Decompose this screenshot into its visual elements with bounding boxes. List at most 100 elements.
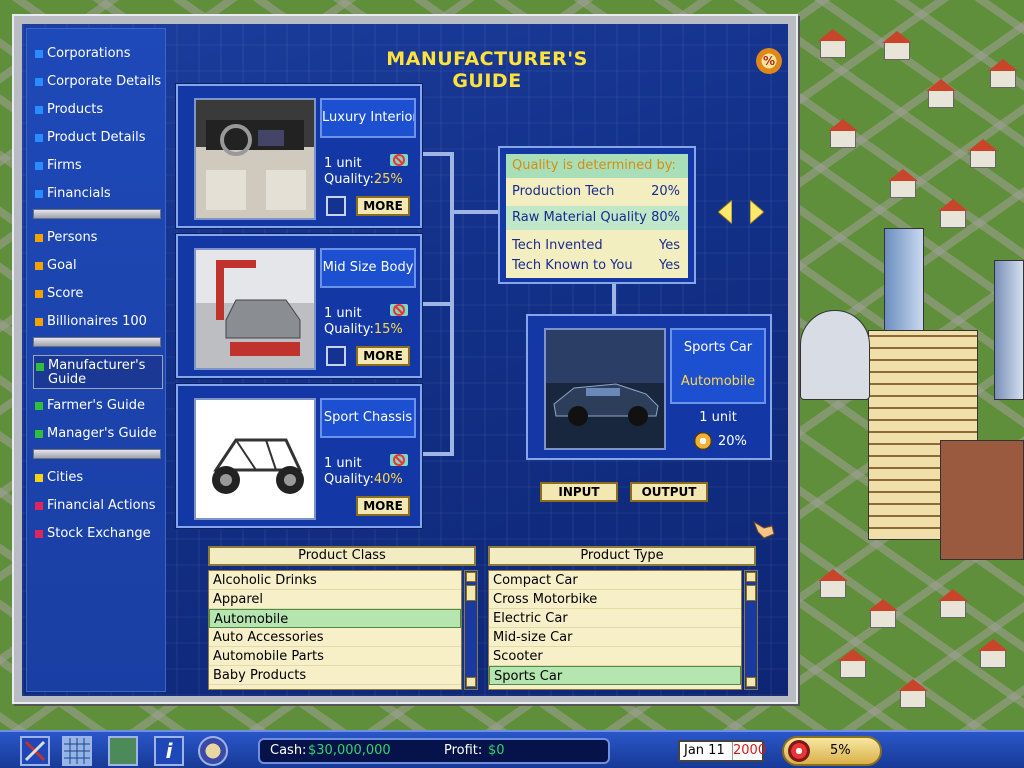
house <box>928 90 954 108</box>
sidebar-item-cities[interactable]: Cities <box>33 467 163 489</box>
technology-icon <box>390 454 408 466</box>
input-button[interactable]: INPUT <box>540 482 618 502</box>
bullet-icon <box>35 502 43 510</box>
more-button[interactable]: MORE <box>356 496 410 516</box>
sidebar-item-label: Goal <box>47 258 77 273</box>
percent-help-icon[interactable]: % <box>756 48 782 74</box>
output-button[interactable]: OUTPUT <box>630 482 708 502</box>
scroll-down-icon[interactable] <box>746 677 756 687</box>
tools-icon[interactable] <box>20 736 50 766</box>
date-value: Jan 11 <box>684 743 725 758</box>
input-card-luxury-interior: Luxury Interior 1 unit Quality:25% MORE <box>175 83 423 229</box>
target-icon <box>788 740 810 762</box>
list-item[interactable]: Automobile Parts <box>209 647 461 666</box>
bullet-icon <box>35 50 43 58</box>
next-arrow-icon[interactable] <box>750 200 764 224</box>
technology-icon <box>390 304 408 316</box>
house <box>940 210 966 228</box>
sidebar-item-product-details[interactable]: Product Details <box>33 127 163 149</box>
list-item[interactable]: Auto Accessories <box>209 628 461 647</box>
quality-label: Quality: <box>324 472 374 487</box>
input-checkbox[interactable] <box>326 346 346 366</box>
list-item[interactable]: Compact Car <box>489 571 741 590</box>
map-grid-icon[interactable] <box>62 736 92 766</box>
sidebar-item-corporations[interactable]: Corporations <box>33 43 163 65</box>
sidebar-item-label: Farmer's Guide <box>47 398 146 413</box>
sport-chassis-image <box>194 398 316 520</box>
sidebar-item-managers-guide[interactable]: Manager's Guide <box>33 423 163 445</box>
product-class-list[interactable]: Alcoholic Drinks Apparel Automobile Auto… <box>208 570 462 690</box>
quality-label: Quality: <box>324 322 374 337</box>
list-item[interactable]: Baby Products <box>209 666 461 685</box>
list-item[interactable]: Apparel <box>209 590 461 609</box>
sidebar-item-label: Billionaires 100 <box>47 314 147 329</box>
year-value: 2000 <box>732 742 767 760</box>
scroll-thumb[interactable] <box>746 585 756 601</box>
brick-building <box>940 440 1024 560</box>
sidebar-item-farmers-guide[interactable]: Farmer's Guide <box>33 395 163 417</box>
sidebar-item-label: Stock Exchange <box>47 526 151 541</box>
more-button[interactable]: MORE <box>356 196 410 216</box>
bullet-icon <box>35 318 43 326</box>
speed-control-icon[interactable] <box>198 736 228 766</box>
interest-rate[interactable]: 5% <box>782 736 882 766</box>
scroll-thumb[interactable] <box>466 585 476 601</box>
more-button[interactable]: MORE <box>356 346 410 366</box>
house <box>870 610 896 628</box>
quality-heading: Quality is determined by: <box>506 154 688 178</box>
sidebar-item-persons[interactable]: Persons <box>33 227 163 249</box>
input-card-sport-chassis: Sport Chassis 1 unit Quality:40% MORE <box>175 383 423 529</box>
list-item[interactable]: Electric Car <box>489 609 741 628</box>
scroll-up-icon[interactable] <box>746 572 756 582</box>
output-name-panel: Sports Car Automobile <box>670 328 766 404</box>
quality-value: 40% <box>373 472 403 487</box>
sidebar-item-billionaires-100[interactable]: Billionaires 100 <box>33 311 163 333</box>
sidebar-item-label: Products <box>47 102 104 117</box>
output-quality: 20% <box>718 434 747 449</box>
taskbar: i Cash: $30,000,000 Profit: $0 Jan 11 20… <box>0 730 1024 768</box>
dome-building <box>800 310 870 400</box>
product-class-header: Product Class <box>208 546 476 566</box>
sidebar-item-manufacturers-guide[interactable]: Manufacturer's Guide <box>33 355 163 389</box>
mid-size-body-image <box>194 248 316 370</box>
list-item-selected[interactable]: Automobile <box>209 609 461 628</box>
house <box>820 580 846 598</box>
input-checkbox[interactable] <box>326 196 346 216</box>
sidebar-item-firms[interactable]: Firms <box>33 155 163 177</box>
sidebar-item-corporate-details[interactable]: Corporate Details <box>33 71 163 93</box>
finance-status: Cash: $30,000,000 Profit: $0 <box>258 738 610 764</box>
list-item[interactable]: Alcoholic Drinks <box>209 571 461 590</box>
list-item[interactable]: Cross Motorbike <box>489 590 741 609</box>
info-icon[interactable]: i <box>154 736 184 766</box>
hand-cursor-icon <box>752 520 775 539</box>
scroll-down-icon[interactable] <box>466 677 476 687</box>
previous-arrow-icon[interactable] <box>718 200 732 224</box>
product-type-header: Product Type <box>488 546 756 566</box>
list-item-selected[interactable]: Sports Car <box>489 666 741 685</box>
quality-value: 25% <box>373 172 403 187</box>
scroll-up-icon[interactable] <box>466 572 476 582</box>
rate-value: 5% <box>830 743 851 758</box>
list-item[interactable]: Scooter <box>489 647 741 666</box>
bullet-icon <box>35 190 43 198</box>
sidebar-item-stock-exchange[interactable]: Stock Exchange <box>33 523 163 545</box>
quality-row-label: Raw Material Quality <box>512 210 647 225</box>
sidebar-item-products[interactable]: Products <box>33 99 163 121</box>
quality-row-value: Yes <box>659 258 680 273</box>
sidebar-item-goal[interactable]: Goal <box>33 255 163 277</box>
world-map-icon[interactable] <box>108 736 138 766</box>
product-class-scrollbar[interactable] <box>464 570 478 690</box>
product-type-scrollbar[interactable] <box>744 570 758 690</box>
bullet-icon <box>35 430 43 438</box>
input-name: Luxury Interior <box>320 98 416 138</box>
bullet-icon <box>35 290 43 298</box>
sidebar-item-financials[interactable]: Financials <box>33 183 163 205</box>
house <box>980 650 1006 668</box>
cash-value: $30,000,000 <box>308 743 391 758</box>
connector-line <box>452 210 500 214</box>
product-type-list[interactable]: Compact Car Cross Motorbike Electric Car… <box>488 570 742 690</box>
sidebar-item-financial-actions[interactable]: Financial Actions <box>33 495 163 517</box>
list-item[interactable]: Mid-size Car <box>489 628 741 647</box>
quality-row-value: 80% <box>651 210 680 225</box>
sidebar-item-score[interactable]: Score <box>33 283 163 305</box>
